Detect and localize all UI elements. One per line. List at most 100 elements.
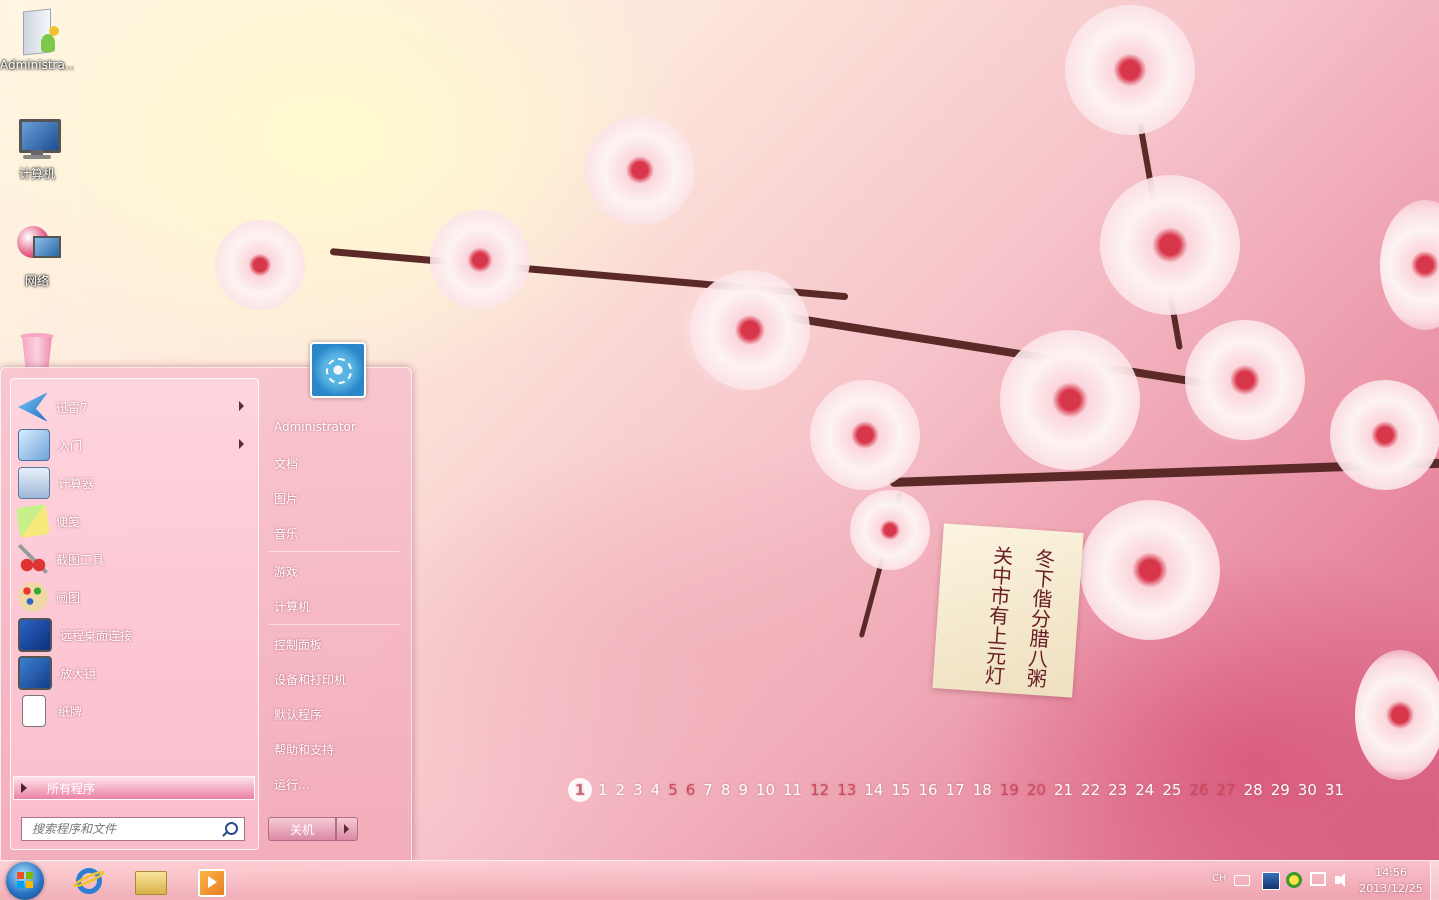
shutdown-label: 关机 <box>289 822 314 837</box>
program-label: 放大镜 <box>60 666 97 681</box>
calendar-day: 14 <box>864 781 884 799</box>
start-item-user-folder[interactable]: Administrator <box>274 420 356 434</box>
calendar-day: 22 <box>1081 781 1101 799</box>
volume-icon[interactable] <box>1334 872 1350 888</box>
desktop-icon-label: 计算机 <box>18 167 55 181</box>
taskbar-app-media-player[interactable] <box>194 865 228 897</box>
calendar-day: 18 <box>972 781 992 799</box>
calendar-day: 16 <box>918 781 938 799</box>
desktop-icon-user-folder[interactable]: Administra... <box>0 8 74 72</box>
calendar-day: 17 <box>945 781 965 799</box>
desktop-icon-computer[interactable]: 计算机 <box>0 115 74 182</box>
start-item-computer[interactable]: 计算机 <box>274 598 310 615</box>
program-label: 画图 <box>56 590 81 605</box>
taskbar-app-explorer[interactable] <box>133 865 167 897</box>
start-item-devices-printers[interactable]: 设备和打印机 <box>274 671 346 688</box>
security-shield-icon[interactable] <box>1286 872 1302 888</box>
program-item-xunlei[interactable]: 迅雷7 <box>11 389 256 425</box>
program-label: 截图工具 <box>56 552 105 567</box>
search-input[interactable] <box>30 821 224 837</box>
show-desktop-button[interactable] <box>1430 861 1439 900</box>
blossom <box>585 115 695 225</box>
start-item-documents[interactable]: 文档 <box>274 455 298 472</box>
taskbar-app-internet-explorer[interactable] <box>71 865 107 897</box>
recycle-bin-icon[interactable] <box>18 333 56 369</box>
blossom <box>1100 175 1240 315</box>
program-item-solitaire[interactable]: 纸牌 <box>11 693 256 729</box>
user-picture[interactable] <box>310 342 366 398</box>
start-menu-programs-pane: 迅雷7 入门 计算器 便笺 截图工具 画图 远程桌面连接 放大镜 纸牌 所有程序… <box>10 378 259 850</box>
calendar-day: 26 <box>1189 781 1209 799</box>
calendar-day: 10 <box>755 781 776 799</box>
blossom <box>850 490 930 570</box>
start-menu: 迅雷7 入门 计算器 便笺 截图工具 画图 远程桌面连接 放大镜 纸牌 所有程序… <box>0 342 412 862</box>
program-item-remote-desktop[interactable]: 远程桌面连接 <box>11 617 256 653</box>
desktop-icon-network[interactable]: 网络 <box>0 222 74 289</box>
program-item-sticky-notes[interactable]: 便笺 <box>11 503 256 539</box>
program-item-snipping-tool[interactable]: 截图工具 <box>11 541 256 577</box>
calendar-day: 21 <box>1053 781 1074 799</box>
pinwheel-icon <box>326 358 352 384</box>
start-item-pictures[interactable]: 图片 <box>274 490 298 507</box>
search-icon[interactable] <box>225 822 238 835</box>
blossom <box>215 220 305 310</box>
submenu-arrow-icon[interactable] <box>239 439 244 449</box>
program-item-magnifier[interactable]: 放大镜 <box>11 655 256 691</box>
calendar-day: 13 <box>837 781 857 799</box>
program-item-paint[interactable]: 画图 <box>11 579 256 615</box>
network-globe-icon <box>13 222 61 270</box>
playing-card-icon <box>22 695 46 727</box>
calendar-day: 19 <box>999 781 1019 799</box>
scissors-icon <box>18 544 48 574</box>
computer-icon <box>13 115 61 163</box>
start-item-music[interactable]: 音乐 <box>274 525 298 542</box>
start-search-box[interactable] <box>21 817 245 841</box>
program-item-getting-started[interactable]: 入门 <box>11 427 256 463</box>
program-label: 入门 <box>58 438 83 453</box>
program-label: 纸牌 <box>58 704 83 719</box>
getting-started-icon <box>18 429 50 461</box>
blossom <box>1080 500 1220 640</box>
calendar-day: 1 <box>598 781 608 799</box>
network-status-icon[interactable] <box>1310 872 1326 886</box>
blossom <box>1185 320 1305 440</box>
submenu-arrow-icon[interactable] <box>239 401 244 411</box>
start-item-games[interactable]: 游戏 <box>274 563 298 580</box>
sticky-notes-icon <box>16 504 50 538</box>
calendar-day: 28 <box>1243 781 1263 799</box>
calendar-day: 3 <box>633 781 643 799</box>
clock-time: 14:56 <box>1375 866 1407 879</box>
remote-desktop-icon <box>18 618 52 652</box>
program-item-calculator[interactable]: 计算器 <box>11 465 256 501</box>
start-item-control-panel[interactable]: 控制面板 <box>274 636 322 653</box>
blossom <box>810 380 920 490</box>
start-item-run[interactable]: 运行... <box>274 776 309 793</box>
all-programs-button[interactable]: 所有程序 <box>13 776 255 800</box>
calendar-day: 23 <box>1108 781 1128 799</box>
tag-text: 关中市有上元灯 <box>980 544 1015 686</box>
keyboard-icon[interactable] <box>1234 875 1250 886</box>
start-item-default-programs[interactable]: 默认程序 <box>274 706 322 723</box>
calendar-day: 12 <box>810 781 830 799</box>
tray-app-icon[interactable] <box>1262 872 1280 890</box>
shutdown-options-arrow-icon[interactable] <box>336 817 358 841</box>
blossom <box>1380 200 1439 330</box>
calendar-day: 27 <box>1216 781 1236 799</box>
clock-date: 2013/12/25 <box>1359 882 1423 895</box>
desktop-icon-label: 网络 <box>24 274 49 288</box>
calendar-day: 2 <box>615 781 626 799</box>
shutdown-button[interactable]: 关机 <box>268 817 336 841</box>
user-folder-icon <box>13 8 61 56</box>
calendar-day: 4 <box>650 781 661 799</box>
calendar-day: 8 <box>720 781 731 799</box>
blossom <box>1355 650 1439 780</box>
expand-arrow-icon <box>21 783 27 793</box>
language-indicator[interactable]: CH <box>1212 873 1227 884</box>
system-clock[interactable]: 14:56 2013/12/25 <box>1355 865 1427 897</box>
start-item-help-support[interactable]: 帮助和支持 <box>274 741 334 758</box>
start-button[interactable] <box>6 862 44 900</box>
xunlei-bird-icon <box>18 392 48 422</box>
program-label: 迅雷7 <box>56 400 88 415</box>
calendar-day: 29 <box>1270 781 1290 799</box>
program-label: 远程桌面连接 <box>60 628 133 643</box>
